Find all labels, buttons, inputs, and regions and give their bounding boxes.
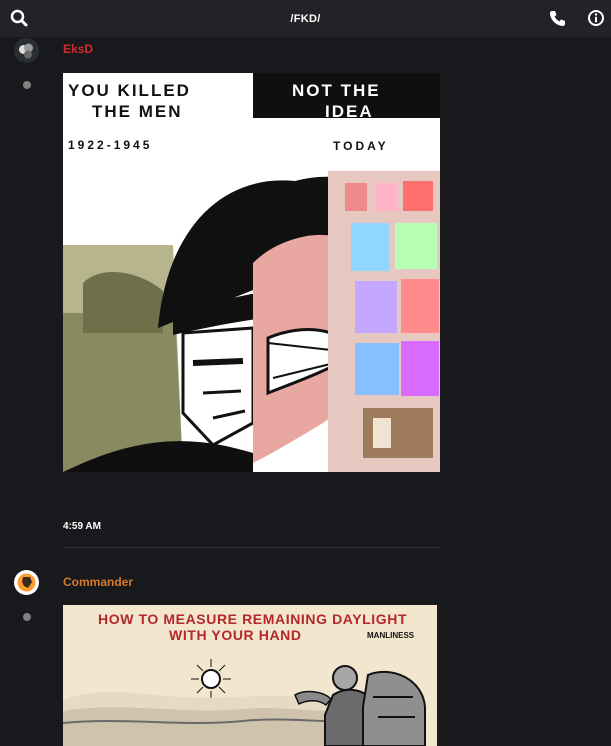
message-image[interactable]: HOW TO MEASURE REMAINING DAYLIGHT WITH Y… (63, 605, 437, 746)
message-divider (63, 547, 440, 548)
status-dot (23, 81, 31, 89)
image-text-top-right-2: IDEA (325, 102, 374, 121)
search-icon[interactable] (8, 7, 30, 29)
top-bar: /FKD/ (0, 0, 611, 37)
timestamp: 4:59 AM (63, 521, 101, 532)
image-text-today: TODAY (333, 139, 389, 153)
image-title-line-2: WITH YOUR HAND (169, 627, 302, 643)
username[interactable]: EksD (63, 42, 93, 56)
message-image[interactable]: YOU KILLED THE MEN NOT THE IDEA 1922-194… (63, 73, 440, 472)
username[interactable]: Commander (63, 575, 133, 589)
phone-icon[interactable] (546, 7, 568, 29)
chat-title: /FKD/ (290, 12, 321, 25)
info-icon[interactable] (585, 7, 607, 29)
image-text-top-left-2: THE MEN (92, 102, 183, 121)
image-text-years: 1922-1945 (68, 138, 152, 152)
avatar-icon[interactable] (14, 38, 39, 63)
avatar-icon[interactable] (14, 570, 39, 595)
image-text-top-right-1: NOT THE (292, 81, 381, 100)
image-title-line-1: HOW TO MEASURE REMAINING DAYLIGHT (98, 611, 407, 627)
image-text-top-left-1: YOU KILLED (68, 81, 191, 100)
image-brand: MANLINESS (367, 631, 415, 640)
status-dot (23, 613, 31, 621)
